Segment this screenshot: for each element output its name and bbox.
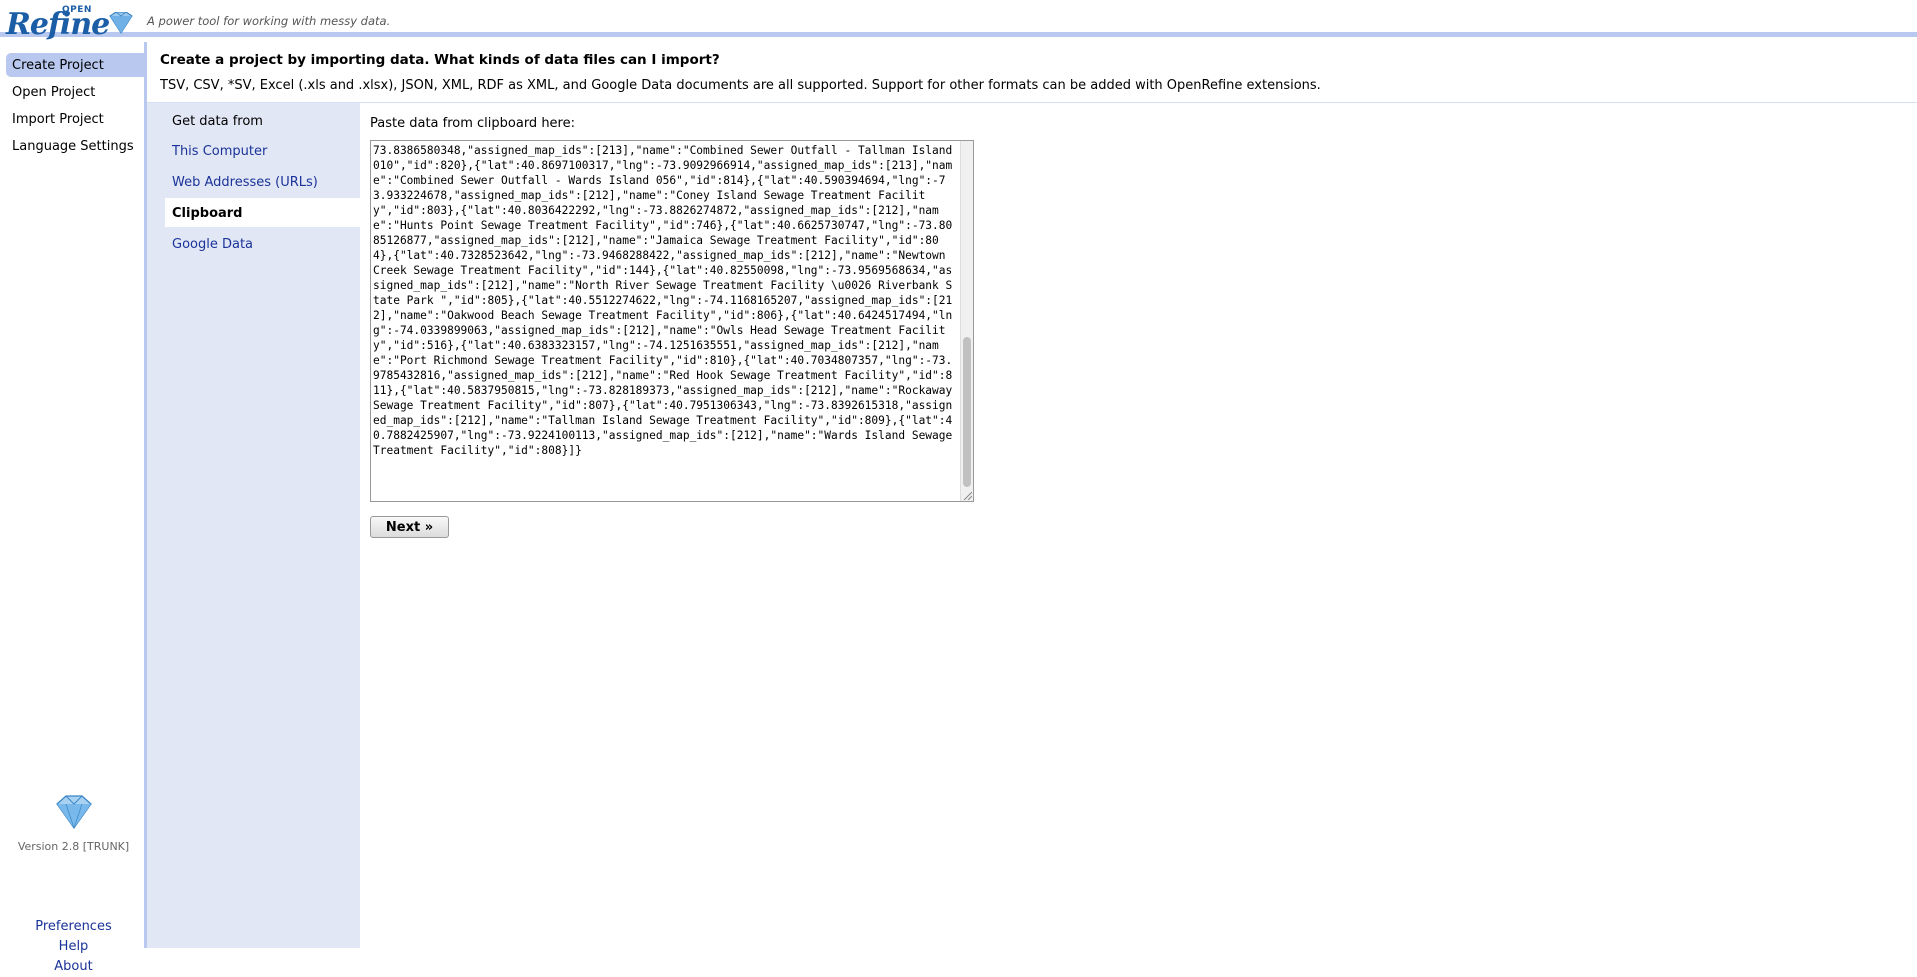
tab-this-computer[interactable]: This Computer — [165, 136, 360, 165]
clipboard-textarea[interactable]: 73.8386580348,"assigned_map_ids":[213],"… — [370, 140, 974, 502]
logo-wordmark: Refine — [6, 7, 110, 42]
diamond-icon — [109, 12, 133, 34]
tab-clipboard[interactable]: Clipboard — [165, 198, 360, 227]
create-project-header: Create a project by importing data. What… — [147, 42, 1917, 103]
left-sidebar: Create Project Open Project Import Proje… — [0, 42, 147, 974]
page-description: TSV, CSV, *SV, Excel (.xls and .xlsx), J… — [160, 78, 1321, 93]
sidebar-item-create-project[interactable]: Create Project — [6, 53, 144, 77]
openrefine-logo[interactable]: Refine OPEN — [6, 3, 136, 42]
main-panel: Create a project by importing data. What… — [147, 42, 1917, 948]
data-source-tabs: Get data from This Computer Web Addresse… — [147, 103, 360, 948]
next-button[interactable]: Next » — [370, 516, 449, 538]
version-label: Version 2.8 [TRUNK] — [17, 840, 130, 853]
sidebar-item-language-settings[interactable]: Language Settings — [6, 134, 144, 158]
scrollbar-thumb[interactable] — [963, 337, 971, 487]
version-area: Version 2.8 [TRUNK] — [0, 794, 147, 853]
logo-open-label: OPEN — [62, 5, 92, 15]
textarea-scrollbar[interactable] — [960, 141, 973, 501]
app-header: Refine OPEN A power tool for working wit… — [0, 0, 1917, 42]
source-heading: Get data from — [172, 114, 263, 129]
clipboard-text: 73.8386580348,"assigned_map_ids":[213],"… — [373, 144, 959, 457]
resize-handle-icon[interactable] — [962, 490, 972, 500]
page-title: Create a project by importing data. What… — [160, 52, 720, 68]
slogan: A power tool for working with messy data… — [147, 14, 391, 28]
preferences-link[interactable]: Preferences — [0, 917, 147, 937]
clipboard-label: Paste data from clipboard here: — [370, 116, 575, 131]
help-link[interactable]: Help — [0, 937, 147, 957]
tab-google-data[interactable]: Google Data — [165, 229, 360, 258]
about-link[interactable]: About — [0, 957, 147, 977]
sidebar-item-open-project[interactable]: Open Project — [6, 80, 144, 104]
sidebar-item-import-project[interactable]: Import Project — [6, 107, 144, 131]
footer-links: Preferences Help About — [0, 917, 147, 977]
diamond-icon — [55, 795, 92, 830]
tab-web-addresses[interactable]: Web Addresses (URLs) — [165, 167, 360, 196]
